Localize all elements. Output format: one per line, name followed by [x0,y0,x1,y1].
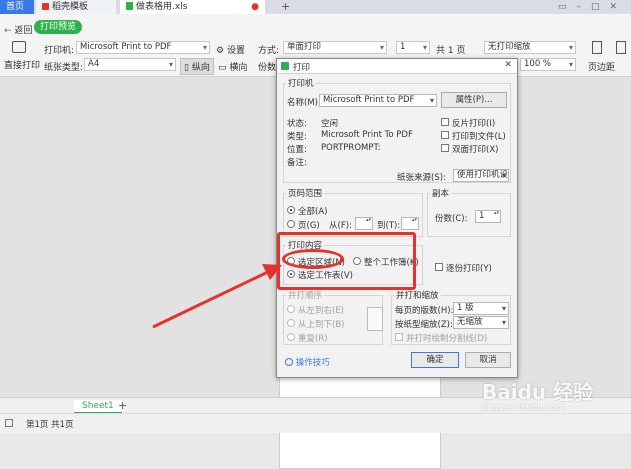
baidu-watermark: Baidu 经验 jingyan.baidu.com [482,376,631,413]
status-page-icon [5,419,13,427]
annotation-arrow-icon [152,264,282,329]
sheet-tab[interactable]: Sheet1 [74,400,122,414]
watermark-logo: Baidu 经验 [482,380,594,404]
status-bar: 第1页 共1页 [0,413,631,433]
watermark-url: jingyan.baidu.com [482,403,566,413]
status-page-info: 第1页 共1页 [26,420,74,430]
add-sheet-button[interactable]: + [118,399,127,412]
